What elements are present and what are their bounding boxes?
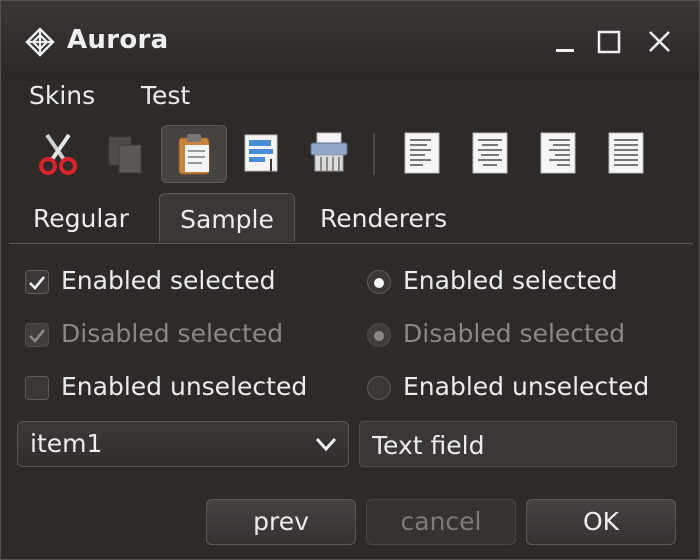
select-all-button[interactable] [229,125,293,181]
close-icon[interactable] [647,29,673,55]
checkmark-icon [29,276,46,290]
align-justify-button[interactable] [593,125,657,181]
minimize-icon[interactable] [553,29,579,55]
radio-circle[interactable] [367,270,391,294]
cut-button[interactable] [25,125,89,181]
title-bar[interactable]: Aurora [1,1,699,81]
radio-circle [367,323,391,347]
align-left-icon [404,132,440,174]
item-combobox[interactable]: item1 [17,421,349,467]
paste-icon [178,134,210,175]
copy-button[interactable] [93,125,157,181]
toolbar-separator [373,133,375,175]
radio-circle[interactable] [367,376,391,400]
align-right-button[interactable] [525,125,589,181]
combobox-value: item1 [30,429,103,458]
delete-button[interactable] [297,125,361,181]
radio-label: Enabled unselected [403,372,650,401]
checkbox-box [25,323,49,347]
ok-button[interactable]: OK [526,499,676,545]
copy-icon [108,136,142,174]
tab-renderers[interactable]: Renderers [320,193,447,241]
menu-bar: Skins Test [1,81,699,115]
align-right-icon [540,132,576,174]
select-all-icon [244,134,278,172]
align-center-icon [472,132,508,174]
text-field[interactable] [359,421,677,467]
checkbox-label: Enabled unselected [61,372,308,401]
aurora-logo-icon [25,27,55,57]
cut-icon [39,133,77,175]
checkbox-box[interactable] [25,270,49,294]
radio-label: Disabled selected [403,319,626,348]
app-window: Aurora Skins Test Regular Sample Rendere… [0,0,700,560]
checkbox-box[interactable] [25,376,49,400]
checkmark-icon [29,329,46,343]
paste-button[interactable] [161,125,227,183]
tab-bar: Regular Sample Renderers [9,193,693,244]
prev-button[interactable]: prev [206,499,356,545]
align-left-button[interactable] [389,125,453,181]
tab-sample[interactable]: Sample [159,193,295,242]
menu-skins[interactable]: Skins [29,81,95,110]
radio-label: Enabled selected [403,266,618,295]
tab-regular[interactable]: Regular [33,193,129,241]
chevron-down-icon [315,437,337,452]
cancel-button: cancel [366,499,516,545]
maximize-icon[interactable] [597,29,623,55]
align-justify-icon [608,132,644,174]
delete-icon [310,132,348,172]
checkbox-label: Enabled selected [61,266,276,295]
radio-dot-icon [374,331,384,341]
menu-test[interactable]: Test [141,81,190,110]
radio-dot-icon [374,278,384,288]
align-center-button[interactable] [457,125,521,181]
toolbar [1,123,699,183]
checkbox-label: Disabled selected [61,319,284,348]
text-field-input[interactable] [370,428,664,462]
window-title: Aurora [67,25,169,55]
